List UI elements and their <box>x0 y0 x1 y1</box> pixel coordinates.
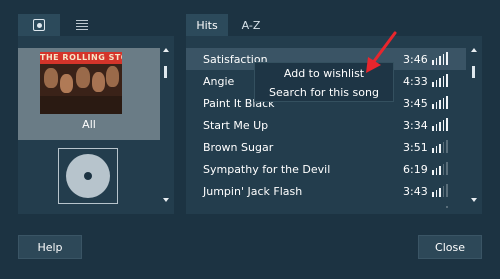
song-duration: 6:19 <box>403 163 428 176</box>
popularity-bars-icon <box>432 74 448 87</box>
popularity-bars-icon <box>432 162 448 175</box>
song-scroll-down[interactable] <box>471 198 477 202</box>
song-title: Honky Tonk Women <box>203 207 311 208</box>
album-cover: THE ROLLING STONES <box>40 52 122 114</box>
song-title: Angie <box>203 75 235 88</box>
popularity-bars-icon <box>432 118 448 131</box>
song-scroll-up[interactable] <box>471 48 477 52</box>
song-row[interactable]: Honky Tonk Women 3:03 <box>186 202 466 208</box>
help-button[interactable]: Help <box>18 235 82 259</box>
song-scroll-thumb[interactable] <box>472 66 475 78</box>
song-duration: 4:33 <box>403 75 428 88</box>
cd-icon <box>66 154 110 198</box>
popularity-bars-icon <box>432 96 448 109</box>
popularity-bars-icon <box>432 52 448 65</box>
left-scroll-up[interactable] <box>163 48 169 52</box>
song-title: Brown Sugar <box>203 141 274 154</box>
song-duration: 3:34 <box>403 119 428 132</box>
song-duration: 3:03 <box>403 207 428 208</box>
song-row[interactable]: Sympathy for the Devil 6:19 <box>186 158 466 180</box>
left-scroll-thumb[interactable] <box>164 66 167 78</box>
close-button[interactable]: Close <box>418 235 482 259</box>
song-duration: 3:46 <box>403 53 428 66</box>
popularity-bars-icon <box>432 206 448 208</box>
tab-hits[interactable]: Hits <box>186 14 228 36</box>
song-duration: 3:45 <box>403 97 428 110</box>
song-title: Jumpin' Jack Flash <box>203 185 303 198</box>
tab-a-z[interactable]: A-Z <box>228 14 274 36</box>
song-duration: 3:43 <box>403 185 428 198</box>
album-view-icon <box>33 19 45 31</box>
song-row[interactable]: Brown Sugar 3:51 <box>186 136 466 158</box>
album-label-all: All <box>82 118 96 131</box>
album-cover-title: THE ROLLING STONES <box>40 52 122 64</box>
song-duration: 3:51 <box>403 141 428 154</box>
tab-list[interactable] <box>60 14 104 36</box>
song-title: Sympathy for the Devil <box>203 163 331 176</box>
menu-item-search-song[interactable]: Search for this song <box>255 83 393 102</box>
popularity-bars-icon <box>432 184 448 197</box>
list-view-icon <box>76 19 88 31</box>
left-scroll-down[interactable] <box>163 198 169 202</box>
tab-albums[interactable] <box>18 14 60 36</box>
song-row[interactable]: Start Me Up 3:34 <box>186 114 466 136</box>
song-title: Start Me Up <box>203 119 269 132</box>
song-row[interactable]: Jumpin' Jack Flash 3:43 <box>186 180 466 202</box>
album-item-cd[interactable] <box>58 148 118 204</box>
annotation-arrow-icon <box>366 31 397 73</box>
popularity-bars-icon <box>432 140 448 153</box>
